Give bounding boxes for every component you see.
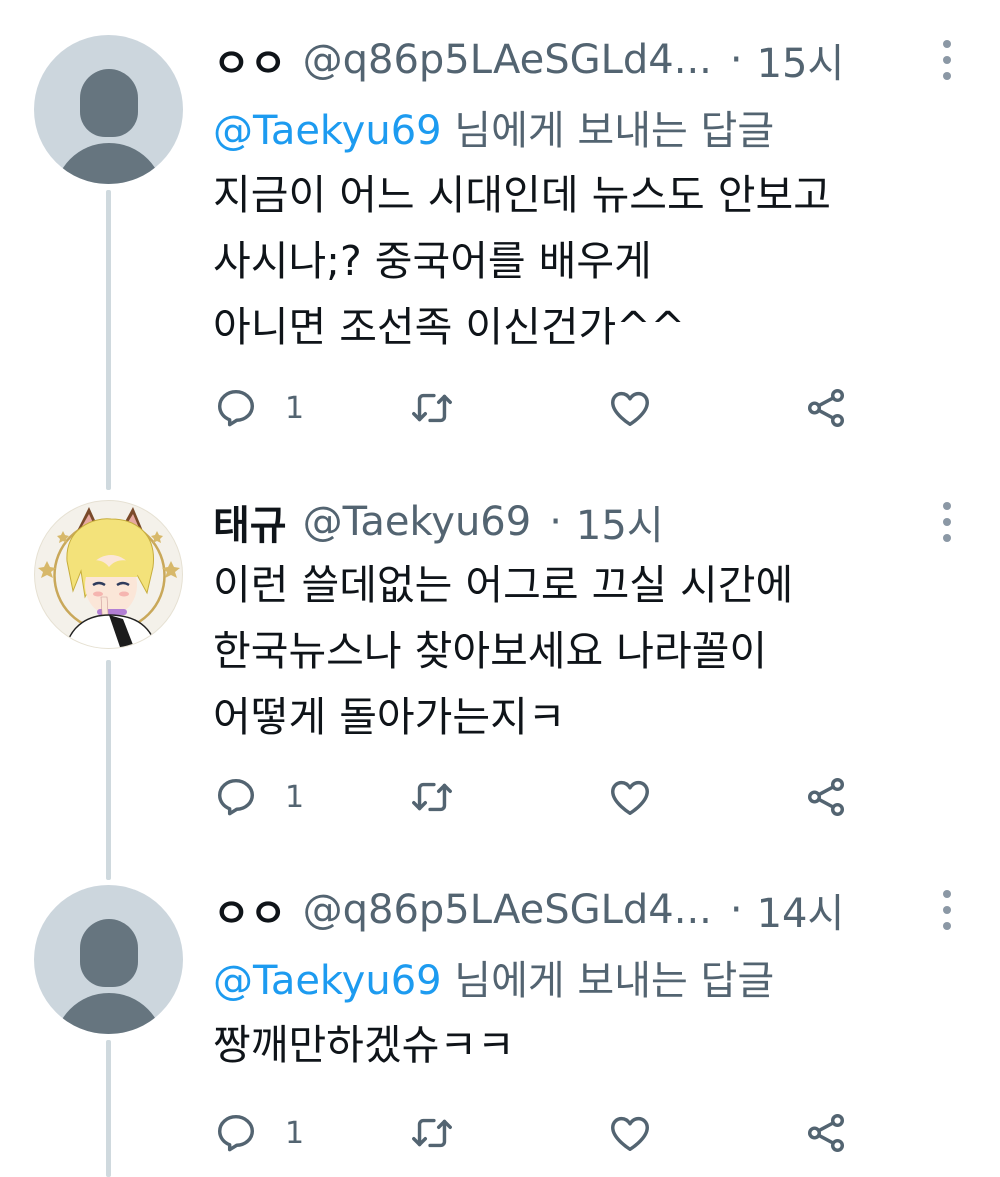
- more-vertical-icon[interactable]: [942, 890, 952, 930]
- separator-dot: ·: [729, 887, 743, 933]
- share-button[interactable]: [803, 772, 849, 822]
- share-icon: [807, 1114, 845, 1152]
- reply-icon: [217, 1114, 255, 1152]
- share-button[interactable]: [803, 383, 849, 433]
- more-vertical-icon[interactable]: [942, 40, 952, 80]
- timestamp[interactable]: 14시: [757, 881, 845, 939]
- retweet-icon: [412, 782, 452, 812]
- replying-to: @Taekyu69 님에게 보내는 답글: [213, 98, 774, 156]
- like-button[interactable]: [607, 383, 653, 433]
- share-button[interactable]: [803, 1108, 849, 1158]
- tweet-text-line: 한국뉴스나 찾아보세요 나라꼴이: [213, 627, 768, 675]
- tweet-text-line: 지금이 어느 시대인데 뉴스도 안보고: [213, 171, 831, 219]
- share-icon: [807, 389, 845, 427]
- user-handle[interactable]: @q86p5LAeSGLd4...: [303, 37, 712, 83]
- action-bar: 1: [213, 772, 873, 822]
- tweet-text-line: 어떻게 돌아가는지ㅋ: [213, 693, 566, 741]
- avatar[interactable]: [34, 500, 183, 649]
- user-handle[interactable]: @Taekyu69: [303, 499, 532, 545]
- replying-to: @Taekyu69 님에게 보내는 답글: [213, 948, 774, 1006]
- tweet-text: 지금이 어느 시대인데 뉴스도 안보고 사시나;? 중국어를 배우게 아니면 조…: [213, 162, 973, 360]
- reply-button[interactable]: 1: [213, 772, 304, 822]
- reply-count: 1: [285, 1115, 305, 1151]
- reply-button[interactable]: 1: [213, 383, 304, 433]
- replying-to-label: 님에게 보내는 답글: [441, 958, 775, 1004]
- tweet-header: ㅇㅇ @q86p5LAeSGLd4... · 14시: [213, 882, 844, 938]
- retweet-button[interactable]: [409, 1108, 455, 1158]
- tweet-2[interactable]: 태규 @Taekyu69 · 15시 이런 쓸데없는 어그로 끄실 시간에 한국…: [0, 480, 1000, 860]
- avatar[interactable]: [34, 35, 183, 184]
- retweet-icon: [412, 1118, 452, 1148]
- like-button[interactable]: [607, 1108, 653, 1158]
- tweet-3[interactable]: ㅇㅇ @q86p5LAeSGLd4... · 14시 @Taekyu69 님에게…: [0, 870, 1000, 1177]
- tweet-text-line: 사시나;? 중국어를 배우게: [213, 237, 652, 285]
- heart-icon: [611, 1116, 649, 1152]
- reply-count: 1: [285, 779, 305, 815]
- tweet-text-line: 아니면 조선족 이신건가^^: [213, 303, 685, 351]
- separator-dot: ·: [549, 499, 562, 545]
- retweet-icon: [412, 393, 452, 423]
- reply-button[interactable]: 1: [213, 1108, 304, 1158]
- avatar[interactable]: [34, 885, 183, 1034]
- tweet-text-line: 짱깨만하겠슈ㅋㅋ: [213, 1021, 515, 1069]
- anime-avatar-image: [38, 507, 180, 648]
- mention-link[interactable]: @Taekyu69: [213, 958, 442, 1004]
- display-name[interactable]: ㅇㅇ: [213, 31, 287, 89]
- heart-icon: [611, 391, 649, 427]
- display-name[interactable]: ㅇㅇ: [213, 881, 287, 939]
- timestamp[interactable]: 15시: [576, 493, 664, 551]
- mention-link[interactable]: @Taekyu69: [213, 108, 442, 154]
- tweet-header: 태규 @Taekyu69 · 15시: [213, 494, 664, 550]
- timestamp[interactable]: 15시: [757, 31, 845, 89]
- default-avatar-body-icon: [54, 143, 164, 184]
- default-avatar-body-icon: [54, 993, 164, 1034]
- share-icon: [807, 778, 845, 816]
- retweet-button[interactable]: [409, 383, 455, 433]
- default-avatar-head-icon: [80, 69, 138, 137]
- like-button[interactable]: [607, 772, 653, 822]
- action-bar: 1: [213, 1108, 873, 1158]
- replying-to-label: 님에게 보내는 답글: [441, 108, 775, 154]
- heart-icon: [611, 780, 649, 816]
- tweet-1[interactable]: ㅇㅇ @q86p5LAeSGLd4... · 15시 @Taekyu69 님에게…: [0, 0, 1000, 470]
- tweet-text-line: 이런 쓸데없는 어그로 끄실 시간에: [213, 561, 794, 609]
- tweet-header: ㅇㅇ @q86p5LAeSGLd4... · 15시: [213, 32, 844, 88]
- action-bar: 1: [213, 383, 873, 433]
- reply-icon: [217, 389, 255, 427]
- reply-icon: [217, 778, 255, 816]
- user-handle[interactable]: @q86p5LAeSGLd4...: [303, 887, 712, 933]
- default-avatar-head-icon: [80, 919, 138, 987]
- display-name[interactable]: 태규: [213, 493, 287, 551]
- tweet-text: 짱깨만하겠슈ㅋㅋ: [213, 1012, 973, 1078]
- separator-dot: ·: [729, 37, 743, 83]
- reply-count: 1: [285, 390, 305, 426]
- retweet-button[interactable]: [409, 772, 455, 822]
- tweet-text: 이런 쓸데없는 어그로 끄실 시간에 한국뉴스나 찾아보세요 나라꼴이 어떻게 …: [213, 552, 973, 750]
- more-vertical-icon[interactable]: [942, 502, 952, 542]
